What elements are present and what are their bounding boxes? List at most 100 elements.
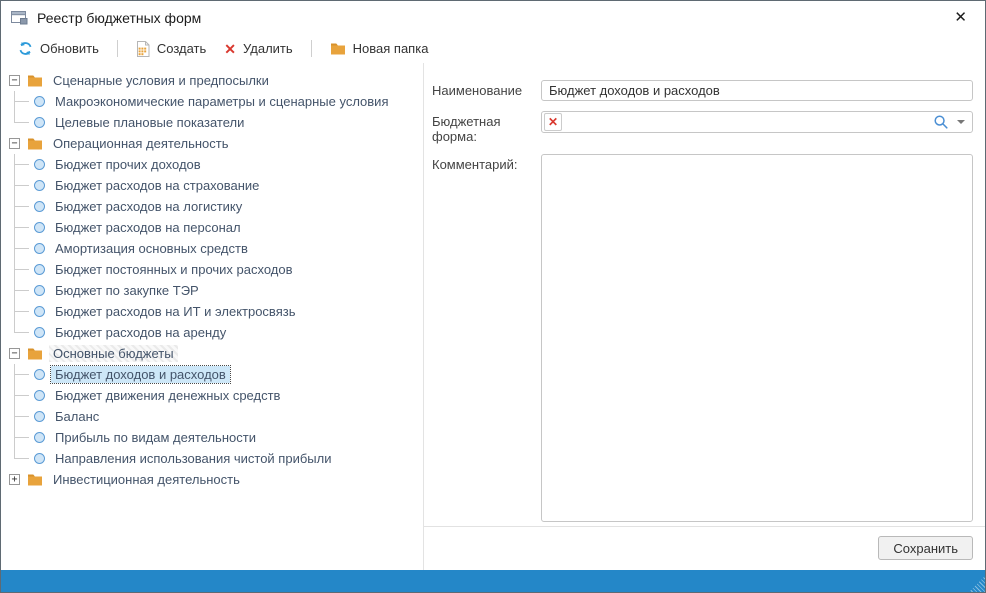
folder-icon [27,74,43,87]
item-circle-icon [34,222,45,233]
main-area: − Сценарные условия и предпосылки Макроэко… [1,63,985,570]
tree-item[interactable]: Амортизация основных средств [14,238,423,259]
tree-connector [14,259,34,280]
tree-item[interactable]: Бюджет постоянных и прочих расходов [14,259,423,280]
refresh-icon [18,41,33,56]
tree-connector [14,196,34,217]
save-button[interactable]: Сохранить [878,536,973,560]
status-bar [1,570,985,592]
tree-item[interactable]: Направления использования чистой прибыли [14,448,423,469]
tree-item-label: Баланс [55,409,100,424]
comment-textarea[interactable] [541,154,973,522]
tree-connector [14,385,34,406]
budget-form-label: Бюджетная форма: [432,114,501,144]
tree-item-label: Бюджет движения денежных средств [55,388,281,403]
tree-item[interactable]: Баланс [14,406,423,427]
tree-item[interactable]: Бюджет движения денежных средств [14,385,423,406]
comment-row: Комментарий: [432,154,973,522]
tree-item[interactable]: Бюджет доходов и расходов [14,364,423,385]
tree-item[interactable]: Бюджет расходов на логистику [14,196,423,217]
folder-icon [330,42,346,55]
delete-label: Удалить [243,41,293,56]
item-circle-icon [34,369,45,380]
tree-connector [14,322,34,343]
toolbar-separator [116,40,118,57]
resize-grip[interactable] [969,576,985,592]
tree-folder-label: Сценарные условия и предпосылки [53,73,269,88]
tree-connector [14,280,34,301]
tree-connector [14,427,34,448]
budget-form-combobox[interactable]: ✕ [541,111,973,133]
item-circle-icon [34,432,45,443]
tree-item-label: Бюджет доходов и расходов [50,365,231,384]
tree-item[interactable]: Макроэкономические параметры и сценарные… [14,91,423,112]
tree-item[interactable]: Бюджет расходов на ИТ и электросвязь [14,301,423,322]
tree-folder-label: Операционная деятельность [53,136,229,151]
tree-connector [14,175,34,196]
tree-item-label: Амортизация основных средств [55,241,248,256]
name-input[interactable] [541,80,973,101]
folder-icon [27,137,43,150]
tree-folder[interactable]: − Основные бюджеты [9,343,423,364]
item-circle-icon [34,159,45,170]
tree-connector [14,448,34,469]
item-circle-icon [34,285,45,296]
refresh-label: Обновить [40,41,99,56]
tree-connector [14,301,34,322]
tree-item[interactable]: Прибыль по видам деятельности [14,427,423,448]
tree-item[interactable]: Бюджет прочих доходов [14,154,423,175]
tree-item[interactable]: Целевые плановые показатели [14,112,423,133]
window-form-icon [11,10,28,25]
refresh-button[interactable]: Обновить [9,38,108,59]
toolbar-separator [310,40,312,57]
tree: − Сценарные условия и предпосылки Макроэко… [1,63,424,570]
tree-connector [14,364,34,385]
name-label: Наименование [432,83,523,98]
tree-connector [14,112,34,133]
item-circle-icon [34,180,45,191]
expand-toggle-icon[interactable]: + [9,474,20,485]
tree-item[interactable]: Бюджет расходов на аренду [14,322,423,343]
create-label: Создать [156,41,207,56]
tree-item[interactable]: Бюджет по закупке ТЭР [14,280,423,301]
collapse-toggle-icon[interactable]: − [9,75,20,86]
name-row: Наименование [432,80,973,101]
item-circle-icon [34,306,45,317]
tree-folder[interactable]: − Сценарные условия и предпосылки [9,70,423,91]
search-icon[interactable] [933,114,949,130]
delete-button[interactable]: ✕ Удалить [215,38,301,59]
item-circle-icon [34,243,45,254]
tree-item[interactable]: Бюджет расходов на персонал [14,217,423,238]
tree-item[interactable]: Бюджет расходов на страхование [14,175,423,196]
tree-item-label: Прибыль по видам деятельности [55,430,256,445]
comment-label: Комментарий: [432,157,518,172]
item-circle-icon [34,327,45,338]
tree-folder-label: Инвестиционная деятельность [53,472,240,487]
tree-connector [14,238,34,259]
item-circle-icon [34,411,45,422]
close-button[interactable]: ✕ [950,8,971,27]
new-folder-button[interactable]: Новая папка [321,38,438,59]
create-button[interactable]: Создать [127,38,215,60]
tree-folder[interactable]: − Операционная деятельность [9,133,423,154]
form-panel: Наименование Бюджетная форма: ✕ [424,63,985,570]
collapse-toggle-icon[interactable]: − [9,348,20,359]
tree-item-label: Бюджет расходов на ИТ и электросвязь [55,304,296,319]
page-title: Реестр бюджетных форм [37,9,202,26]
tree-item-label: Бюджет расходов на логистику [55,199,243,214]
item-circle-icon [34,264,45,275]
tree-connector [14,406,34,427]
tree-connector [14,91,34,112]
clear-button[interactable]: ✕ [544,113,562,131]
collapse-toggle-icon[interactable]: − [9,138,20,149]
tree-folder[interactable]: + Инвестиционная деятельность [9,469,423,490]
tree-item-label: Макроэкономические параметры и сценарные… [55,94,389,109]
delete-icon: ✕ [224,40,237,57]
new-folder-label: Новая папка [352,41,429,56]
dropdown-arrow-icon[interactable] [957,120,965,124]
tree-item-label: Бюджет прочих доходов [55,157,201,172]
item-circle-icon [34,96,45,107]
create-form-icon [136,40,150,57]
tree-item-label: Бюджет расходов на персонал [55,220,241,235]
tree-connector [14,154,34,175]
